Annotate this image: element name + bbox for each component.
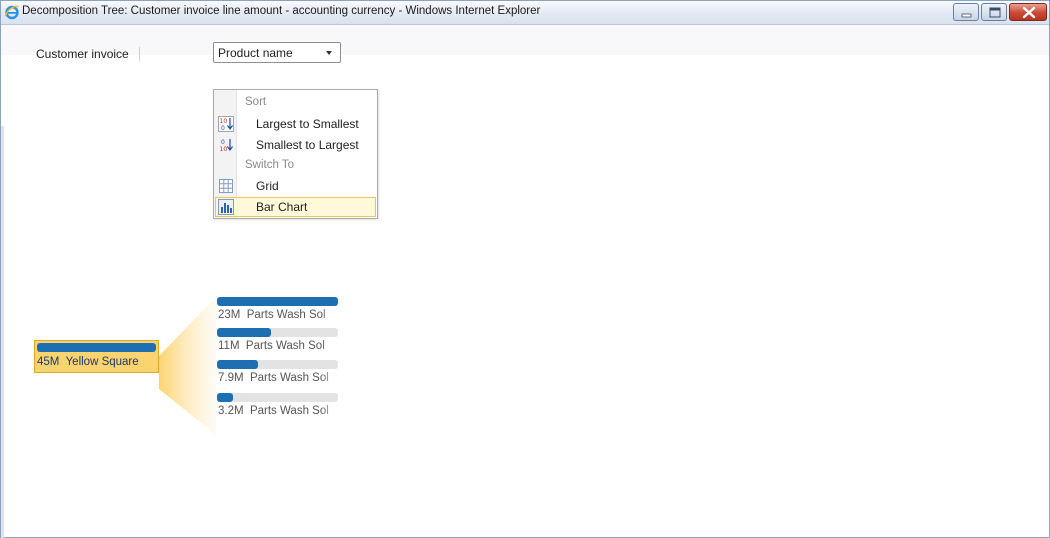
label-fade — [321, 309, 339, 324]
menu-item-label: Grid — [256, 179, 279, 193]
menu-header-switch-to: Switch To — [245, 159, 295, 171]
content-area: Customer invoice Product name Sort 10 0 … — [1, 25, 1049, 538]
bar-track — [217, 393, 338, 402]
tree-child-node[interactable]: 3.2M Parts Wash Sol — [217, 393, 339, 423]
label-fade — [321, 372, 339, 387]
label-fade — [321, 405, 339, 420]
bar-fill — [217, 297, 338, 306]
label-fade — [321, 340, 339, 355]
menu-item-largest-to-smallest[interactable]: 10 0 Largest to Smallest — [215, 114, 376, 134]
header-row — [1, 25, 1049, 55]
svg-text:0: 0 — [221, 139, 225, 146]
child-value: 7.9M — [218, 372, 244, 384]
child-name: Parts Wash Sol — [245, 340, 325, 352]
menu-item-smallest-to-largest[interactable]: 0 10 Smallest to Largest — [215, 135, 376, 155]
minimize-icon — [961, 13, 972, 18]
child-name: Parts Wash Sol — [249, 405, 329, 417]
root-bar — [37, 343, 156, 352]
menu-header-sort: Sort — [245, 96, 267, 108]
bar-fill — [217, 393, 233, 402]
internet-explorer-icon — [4, 4, 20, 20]
tree-root-node[interactable]: 45M Yellow Square — [34, 340, 159, 373]
level-dropdown[interactable]: Product name — [213, 42, 341, 63]
svg-text:10: 10 — [220, 118, 228, 125]
level-label-customer-invoice: Customer invoice — [36, 47, 129, 61]
root-name: Yellow Square — [65, 356, 139, 368]
bar-chart-icon — [218, 199, 234, 215]
level-separator — [139, 47, 140, 61]
tree-child-node[interactable]: 7.9M Parts Wash Sol — [217, 360, 339, 390]
menu-item-label: Bar Chart — [256, 200, 308, 214]
level-dropdown-value: Product name — [218, 46, 293, 60]
context-menu: Sort 10 0 Largest to Smallest 0 10 Small… — [213, 89, 378, 219]
chevron-down-icon — [326, 51, 332, 55]
left-edge — [1, 126, 4, 538]
child-name: Parts Wash Sol — [249, 372, 329, 384]
close-button[interactable] — [1009, 3, 1047, 21]
svg-text:10: 10 — [220, 146, 228, 153]
sort-ascending-icon: 0 10 — [218, 137, 234, 153]
maximize-icon — [989, 7, 1001, 18]
browser-window: Decomposition Tree: Customer invoice lin… — [0, 0, 1050, 538]
bar-fill — [217, 328, 271, 337]
window-title: Decomposition Tree: Customer invoice lin… — [22, 5, 541, 17]
sort-descending-icon: 10 0 — [218, 116, 234, 132]
title-bar: Decomposition Tree: Customer invoice lin… — [1, 1, 1049, 25]
svg-text:0: 0 — [221, 125, 225, 132]
menu-item-bar-chart[interactable]: Bar Chart — [215, 197, 376, 217]
child-value: 3.2M — [218, 405, 244, 417]
child-name: Parts Wash Sol — [246, 309, 326, 321]
menu-item-label: Largest to Smallest — [256, 117, 359, 131]
menu-item-grid[interactable]: Grid — [215, 176, 376, 196]
child-value: 23M — [218, 309, 241, 321]
maximize-button[interactable] — [981, 3, 1007, 21]
root-node-label: 45M Yellow Square — [37, 356, 139, 368]
child-value: 11M — [218, 340, 240, 352]
menu-item-label: Smallest to Largest — [256, 138, 359, 152]
tree-connector — [159, 297, 216, 435]
close-icon — [1022, 6, 1036, 19]
root-value: 45M — [37, 356, 60, 368]
grid-icon — [218, 178, 234, 194]
bar-fill — [217, 360, 258, 369]
minimize-button[interactable] — [953, 3, 979, 21]
tree-child-node[interactable]: 11M Parts Wash Sol — [217, 328, 339, 358]
tree-child-node[interactable]: 23M Parts Wash Sol — [217, 297, 339, 327]
